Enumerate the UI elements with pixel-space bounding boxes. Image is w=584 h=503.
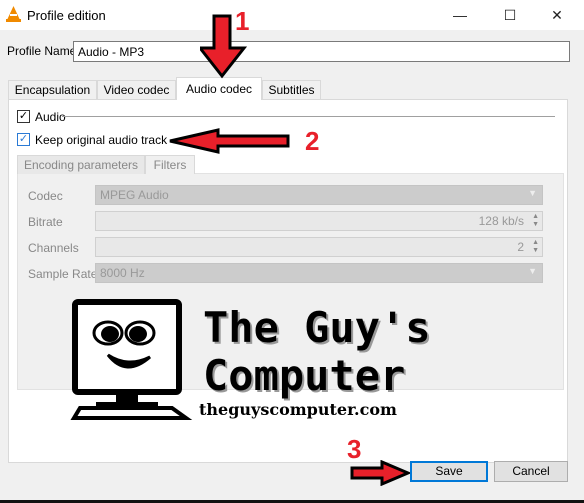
bitrate-label: Bitrate: [28, 215, 63, 229]
profile-name-label: Profile Name: [7, 44, 77, 58]
tab-audio-codec[interactable]: Audio codec: [176, 77, 262, 100]
red-arrow-left-icon: [169, 128, 290, 154]
maximize-button[interactable]: ☐: [490, 4, 530, 26]
window-title: Profile edition: [27, 8, 106, 23]
title-bar: Profile edition — ☐ ✕: [0, 0, 584, 30]
watermark-line1: The Guy's: [203, 303, 431, 352]
step-1-label: 1: [235, 6, 250, 36]
codec-label: Codec: [28, 189, 63, 203]
step-3-label: 3: [347, 434, 362, 464]
close-button[interactable]: ✕: [537, 4, 577, 26]
channels-spinbox[interactable]: 2 ▲ ▼: [95, 237, 543, 257]
sample-rate-value: 8000 Hz: [100, 266, 145, 280]
sample-rate-label: Sample Rate: [28, 267, 98, 281]
minimize-button[interactable]: —: [440, 4, 480, 26]
chevron-down-icon: ▼: [528, 188, 537, 198]
spin-arrows-icon[interactable]: ▲ ▼: [532, 213, 539, 229]
channels-label: Channels: [28, 241, 79, 255]
computer-mascot-logo: [70, 299, 193, 420]
chevron-down-icon: ▼: [528, 266, 537, 276]
group-divider: [62, 116, 555, 117]
tab-encapsulation[interactable]: Encapsulation: [8, 80, 97, 100]
sample-rate-select[interactable]: 8000 Hz ▼: [95, 263, 543, 283]
keep-original-label: Keep original audio track: [35, 133, 168, 147]
audio-label: Audio: [35, 110, 66, 124]
channels-value: 2: [517, 240, 524, 254]
profile-name-input[interactable]: [73, 41, 570, 62]
spin-arrows-icon[interactable]: ▲ ▼: [532, 239, 539, 255]
watermark-line2: Computer: [203, 351, 406, 400]
subtab-filters[interactable]: Filters: [145, 155, 195, 174]
tab-subtitles[interactable]: Subtitles: [262, 80, 321, 100]
vlc-cone-icon: [6, 6, 21, 22]
keep-original-checkbox[interactable]: ✓: [17, 133, 30, 146]
subtab-encoding-parameters[interactable]: Encoding parameters: [17, 155, 145, 174]
tab-video-codec[interactable]: Video codec: [97, 80, 176, 100]
bitrate-value: 128 kb/s: [478, 214, 524, 228]
audio-checkbox[interactable]: ✓: [17, 110, 30, 123]
codec-select[interactable]: MPEG Audio ▼: [95, 185, 543, 205]
codec-value: MPEG Audio: [100, 188, 169, 202]
watermark-url: theguyscomputer.com: [199, 400, 397, 419]
cancel-button[interactable]: Cancel: [494, 461, 568, 482]
step-2-label: 2: [305, 126, 320, 156]
bitrate-spinbox[interactable]: 128 kb/s ▲ ▼: [95, 211, 543, 231]
save-button[interactable]: Save: [410, 461, 488, 482]
